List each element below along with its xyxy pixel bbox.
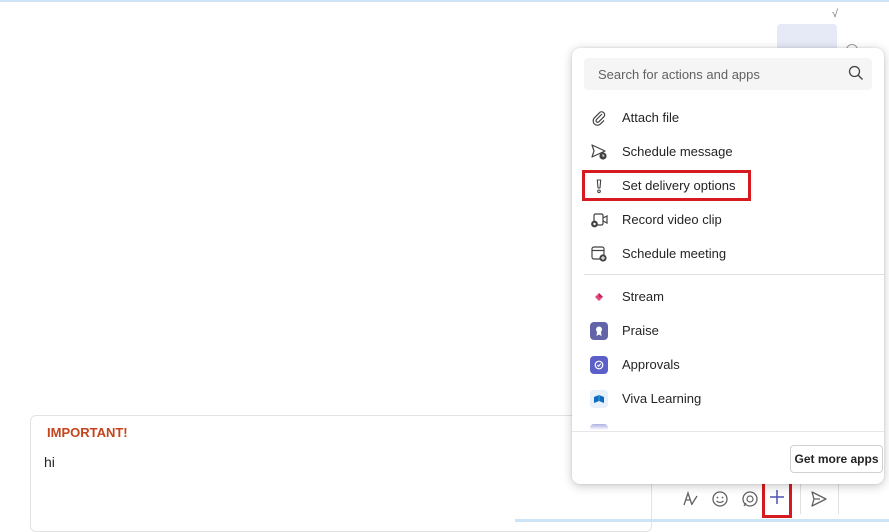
app-item-approvals[interactable]: Approvals [584, 350, 872, 380]
popup-footer-divider [572, 431, 884, 432]
compose-box[interactable]: IMPORTANT! hi [30, 415, 652, 532]
calendar-add-icon [590, 245, 608, 263]
get-more-apps-button[interactable]: Get more apps [790, 445, 883, 473]
search-placeholder: Search for actions and apps [598, 67, 760, 82]
app-item-viva-learning[interactable]: Viva Learning [584, 384, 872, 414]
toolbar-divider-right [838, 482, 839, 514]
search-input[interactable]: Search for actions and apps [584, 58, 872, 90]
importance-label: IMPORTANT! [47, 425, 128, 440]
app-item-label: Approvals [622, 357, 680, 372]
app-item-praise[interactable]: Praise [584, 316, 872, 346]
paperclip-icon [590, 109, 608, 127]
menu-item-label: Attach file [622, 110, 680, 125]
schedule-send-icon [590, 143, 608, 161]
search-icon[interactable] [848, 65, 864, 86]
emoji-icon[interactable] [707, 486, 733, 512]
app-item-label: Viva Learning [622, 391, 702, 406]
stream-icon [590, 288, 608, 306]
menu-item-record-video-clip[interactable]: Record video clip [584, 205, 872, 235]
highlight-box [582, 170, 751, 201]
plus-icon [770, 489, 784, 504]
top-border [0, 0, 889, 2]
approvals-icon [590, 356, 608, 374]
message-text[interactable]: hi [44, 454, 55, 470]
loop-icon[interactable] [737, 486, 763, 512]
app-item-label: Praise [622, 323, 659, 338]
actions-apps-popup: Search for actions and apps Attach file … [572, 48, 884, 484]
format-icon[interactable] [677, 486, 703, 512]
toolbar-divider [800, 482, 801, 514]
menu-divider [584, 274, 884, 275]
praise-icon-wrap [590, 322, 608, 340]
menu-item-label: Schedule meeting [622, 246, 727, 261]
send-icon[interactable] [806, 486, 832, 512]
menu-item-attach-file[interactable]: Attach file [584, 103, 872, 133]
menu-item-schedule-message[interactable]: Schedule message [584, 137, 872, 167]
menu-item-label: Schedule message [622, 144, 733, 159]
bg-read-mark: √ [832, 8, 839, 20]
list-fade [584, 418, 872, 430]
approvals-icon-wrap [590, 356, 608, 374]
viva-learning-icon-wrap [590, 390, 608, 408]
viva-learning-icon [590, 390, 608, 408]
menu-item-label: Record video clip [622, 212, 722, 227]
praise-icon [590, 322, 608, 340]
menu-item-schedule-meeting[interactable]: Schedule meeting [584, 239, 872, 269]
app-item-stream[interactable]: Stream [584, 282, 872, 312]
app-item-label: Stream [622, 289, 664, 304]
video-record-icon [590, 211, 608, 229]
